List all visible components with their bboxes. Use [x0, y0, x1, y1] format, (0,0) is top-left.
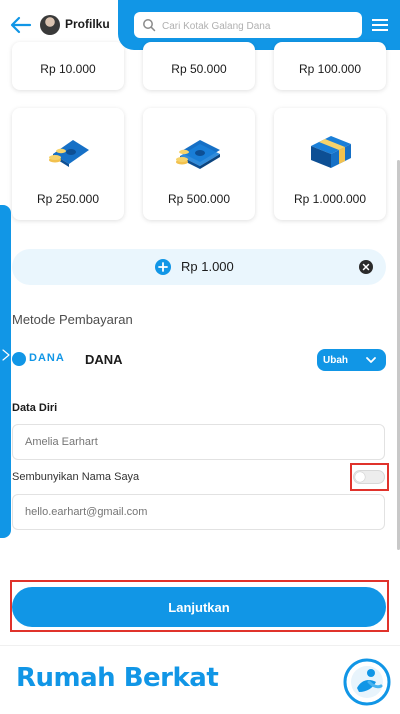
change-payment-button[interactable]: Ubah [317, 349, 386, 371]
dana-logo: DANA [12, 351, 65, 367]
name-field[interactable] [12, 424, 385, 460]
donation-amount: Rp 1.000.000 [293, 192, 367, 206]
chevron-right-icon[interactable] [1, 348, 11, 362]
profile-label[interactable]: Profilku [65, 17, 110, 31]
donation-option-card[interactable]: Rp 50.000 [143, 42, 255, 90]
search-box[interactable] [134, 12, 362, 40]
hide-name-toggle[interactable] [353, 470, 385, 484]
donation-option-card[interactable]: Rp 1.000.000 [274, 108, 386, 220]
change-payment-label: Ubah [323, 354, 348, 366]
continue-button[interactable]: Lanjutkan [12, 587, 386, 627]
back-arrow-icon[interactable] [10, 14, 32, 36]
email-field[interactable] [12, 494, 385, 530]
custom-amount-bar[interactable]: Rp 1.000 [12, 249, 386, 285]
dana-logo-mark [12, 352, 26, 366]
cash-stack-icon [176, 140, 220, 169]
footer: Rumah Berkat [0, 645, 400, 714]
cash-bill-icon [49, 140, 89, 167]
chevron-down-icon [366, 357, 376, 363]
brand-name: Rumah Berkat [16, 663, 219, 693]
donation-option-card[interactable]: Rp 10.000 [12, 42, 124, 90]
search-input[interactable] [160, 12, 360, 40]
donation-option-card[interactable]: Rp 500.000 [143, 108, 255, 220]
donation-amount: Rp 10.000 [40, 62, 96, 76]
personal-data-title: Data Diri [12, 402, 58, 414]
donation-option-card[interactable]: Rp 100.000 [274, 42, 386, 90]
clear-icon[interactable] [359, 260, 373, 274]
toggle-knob [355, 472, 365, 482]
donation-amount: Rp 250.000 [36, 192, 100, 206]
donation-amount: Rp 50.000 [171, 62, 227, 76]
side-drawer-tab[interactable] [0, 205, 11, 538]
donation-amount: Rp 500.000 [167, 192, 231, 206]
plus-icon[interactable] [155, 259, 171, 275]
payment-method-name: DANA [85, 352, 123, 367]
search-icon [143, 19, 156, 32]
cash-bundle-icon [311, 136, 351, 168]
hide-name-label: Sembunyikan Nama Saya [12, 471, 140, 483]
donation-amount: Rp 100.000 [298, 62, 362, 76]
donation-option-card[interactable]: Rp 250.000 [12, 108, 124, 220]
hamburger-menu-icon[interactable] [372, 18, 388, 32]
dana-logo-text: DANA [29, 352, 65, 364]
custom-amount-value: Rp 1.000 [181, 259, 234, 274]
avatar[interactable] [40, 15, 60, 35]
payment-section-title: Metode Pembayaran [12, 312, 133, 327]
brand-logo-icon[interactable] [343, 658, 391, 706]
